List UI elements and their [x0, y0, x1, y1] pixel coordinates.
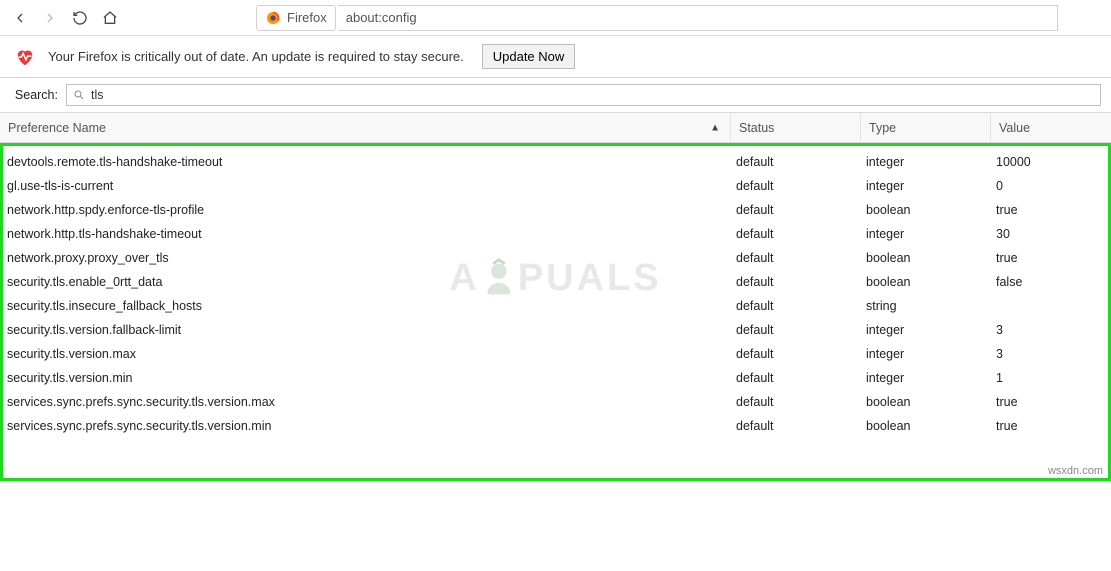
- table-row[interactable]: security.tls.enable_0rtt_datadefaultbool…: [3, 270, 1108, 294]
- table-row[interactable]: security.tls.version.maxdefaultinteger3: [3, 342, 1108, 366]
- search-icon: [73, 89, 85, 101]
- cell-name: gl.use-tls-is-current: [3, 179, 728, 193]
- cell-status: default: [728, 371, 858, 385]
- browser-toolbar: Firefox about:config: [0, 0, 1111, 36]
- cell-name: services.sync.prefs.sync.security.tls.ve…: [3, 419, 728, 433]
- column-header-name[interactable]: Preference Name ▲: [0, 113, 731, 142]
- table-row[interactable]: services.sync.prefs.sync.security.tls.ve…: [3, 414, 1108, 438]
- update-now-button[interactable]: Update Now: [482, 44, 576, 69]
- cell-name: services.sync.prefs.sync.security.tls.ve…: [3, 395, 728, 409]
- cell-status: default: [728, 251, 858, 265]
- cell-status: default: [728, 275, 858, 289]
- cell-value: 0: [988, 179, 1108, 193]
- cell-type: boolean: [858, 251, 988, 265]
- url-bar[interactable]: about:config: [338, 5, 1058, 31]
- search-row: Search:: [0, 78, 1111, 112]
- cell-type: integer: [858, 371, 988, 385]
- cell-name: security.tls.version.fallback-limit: [3, 323, 728, 337]
- table-body-highlight: A PUALS devtools.remote.tls-handshake-ti…: [0, 143, 1111, 481]
- identity-box[interactable]: Firefox: [256, 5, 336, 31]
- search-label: Search:: [10, 88, 58, 102]
- cell-status: default: [728, 155, 858, 169]
- cell-value: false: [988, 275, 1108, 289]
- table-row[interactable]: security.tls.insecure_fallback_hostsdefa…: [3, 294, 1108, 318]
- table-row[interactable]: gl.use-tls-is-currentdefaultinteger0: [3, 174, 1108, 198]
- firefox-icon: [265, 10, 281, 26]
- column-header-value[interactable]: Value: [991, 113, 1111, 142]
- cell-type: integer: [858, 347, 988, 361]
- cell-value: 10000: [988, 155, 1108, 169]
- cell-value: true: [988, 251, 1108, 265]
- heartbeat-icon: [14, 46, 36, 68]
- table-header: Preference Name ▲ Status Type Value: [0, 113, 1111, 143]
- cell-value: 1: [988, 371, 1108, 385]
- cell-value: 3: [988, 323, 1108, 337]
- cell-name: security.tls.version.max: [3, 347, 728, 361]
- table-body: devtools.remote.tls-handshake-timeoutdef…: [3, 150, 1108, 438]
- cell-status: default: [728, 203, 858, 217]
- cell-value: true: [988, 419, 1108, 433]
- back-button[interactable]: [6, 4, 34, 32]
- tab-label: Firefox: [287, 10, 327, 25]
- cell-name: network.http.tls-handshake-timeout: [3, 227, 728, 241]
- cell-type: boolean: [858, 203, 988, 217]
- cell-type: boolean: [858, 395, 988, 409]
- table-row[interactable]: network.proxy.proxy_over_tlsdefaultboole…: [3, 246, 1108, 270]
- home-button[interactable]: [96, 4, 124, 32]
- cell-name: security.tls.insecure_fallback_hosts: [3, 299, 728, 313]
- table-row[interactable]: security.tls.version.fallback-limitdefau…: [3, 318, 1108, 342]
- cell-type: integer: [858, 179, 988, 193]
- search-input[interactable]: [91, 88, 1094, 102]
- table-row[interactable]: network.http.tls-handshake-timeoutdefaul…: [3, 222, 1108, 246]
- preferences-table: Preference Name ▲ Status Type Value A PU…: [0, 112, 1111, 481]
- update-warning-bar: Your Firefox is critically out of date. …: [0, 36, 1111, 78]
- search-box[interactable]: [66, 84, 1101, 106]
- table-row[interactable]: services.sync.prefs.sync.security.tls.ve…: [3, 390, 1108, 414]
- cell-type: boolean: [858, 419, 988, 433]
- forward-button[interactable]: [36, 4, 64, 32]
- warning-message: Your Firefox is critically out of date. …: [48, 49, 464, 64]
- column-header-status[interactable]: Status: [731, 113, 861, 142]
- table-row[interactable]: devtools.remote.tls-handshake-timeoutdef…: [3, 150, 1108, 174]
- table-row[interactable]: network.http.spdy.enforce-tls-profiledef…: [3, 198, 1108, 222]
- cell-value: true: [988, 395, 1108, 409]
- table-row[interactable]: security.tls.version.mindefaultinteger1: [3, 366, 1108, 390]
- cell-status: default: [728, 227, 858, 241]
- cell-status: default: [728, 395, 858, 409]
- cell-value: 3: [988, 347, 1108, 361]
- credit-text: wsxdn.com: [1048, 465, 1103, 477]
- cell-name: network.proxy.proxy_over_tls: [3, 251, 728, 265]
- cell-name: security.tls.version.min: [3, 371, 728, 385]
- cell-status: default: [728, 299, 858, 313]
- url-text: about:config: [346, 10, 417, 25]
- cell-status: default: [728, 179, 858, 193]
- cell-type: integer: [858, 155, 988, 169]
- cell-status: default: [728, 419, 858, 433]
- reload-button[interactable]: [66, 4, 94, 32]
- cell-status: default: [728, 347, 858, 361]
- cell-status: default: [728, 323, 858, 337]
- cell-value: 30: [988, 227, 1108, 241]
- column-header-type[interactable]: Type: [861, 113, 991, 142]
- cell-name: security.tls.enable_0rtt_data: [3, 275, 728, 289]
- cell-type: boolean: [858, 275, 988, 289]
- sort-ascending-icon: ▲: [710, 122, 720, 133]
- cell-name: devtools.remote.tls-handshake-timeout: [3, 155, 728, 169]
- cell-type: integer: [858, 323, 988, 337]
- cell-type: integer: [858, 227, 988, 241]
- cell-name: network.http.spdy.enforce-tls-profile: [3, 203, 728, 217]
- cell-type: string: [858, 299, 988, 313]
- cell-value: true: [988, 203, 1108, 217]
